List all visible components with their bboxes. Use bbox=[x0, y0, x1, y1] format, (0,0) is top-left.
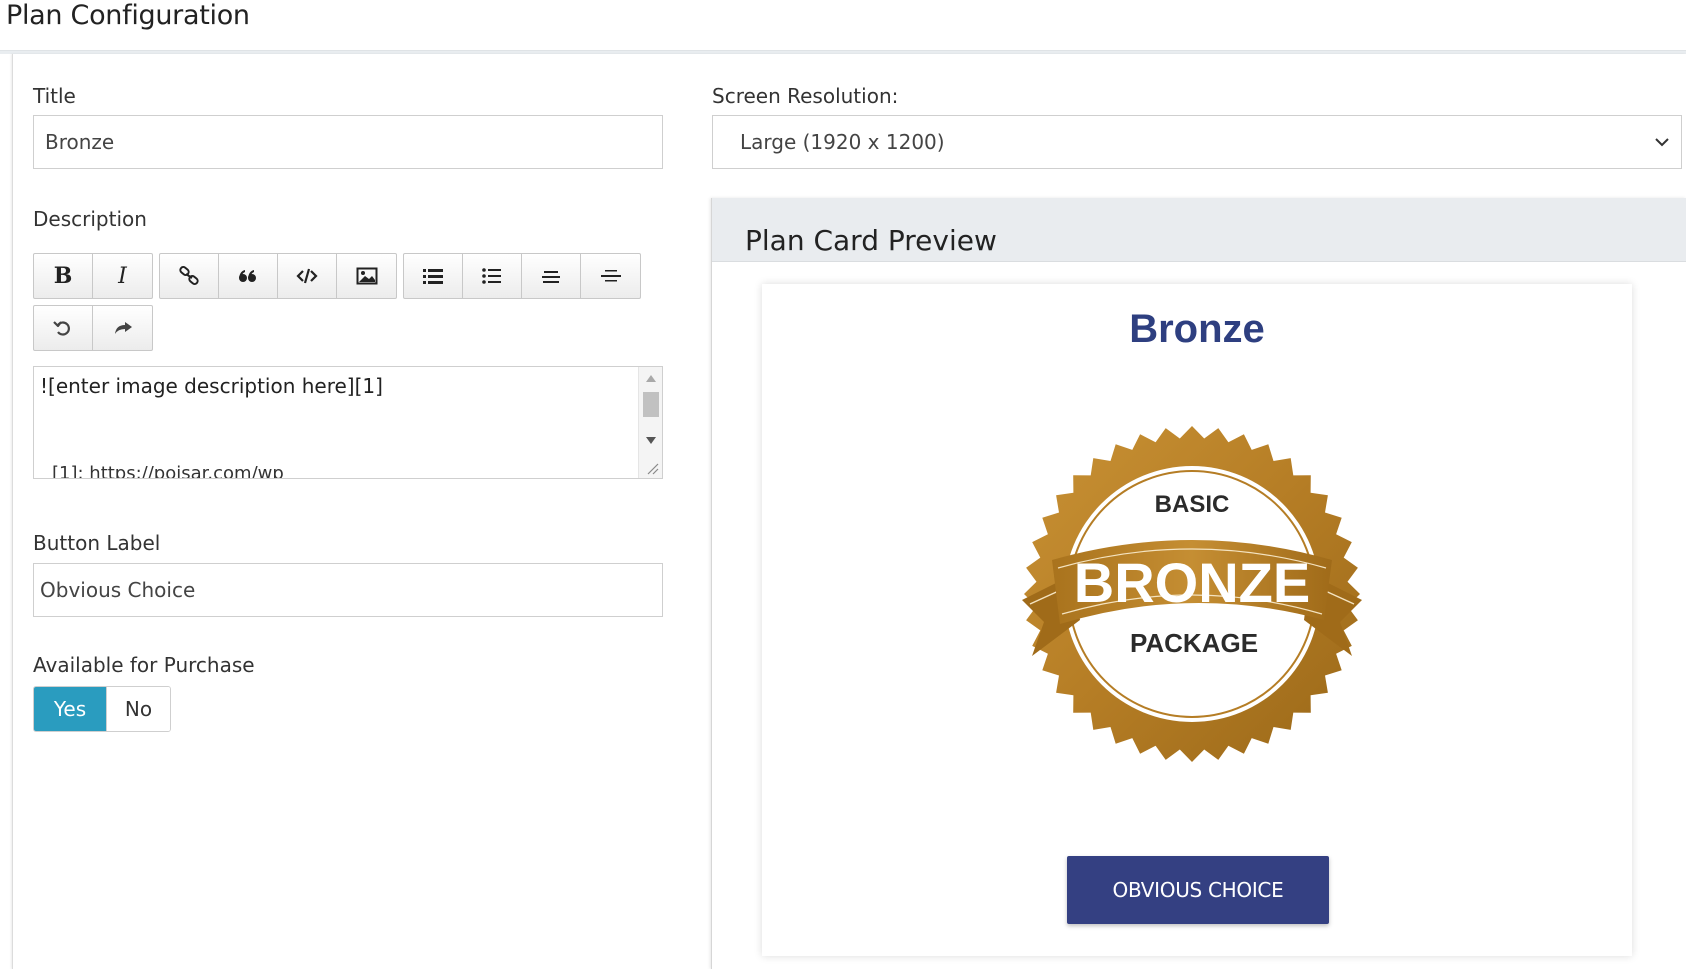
description-label: Description bbox=[33, 207, 147, 231]
image-button[interactable] bbox=[337, 254, 396, 298]
available-for-purchase-label: Available for Purchase bbox=[33, 653, 255, 677]
toolbar-format-group: B I bbox=[33, 253, 153, 299]
plan-card-button[interactable]: OBVIOUS CHOICE bbox=[1067, 856, 1329, 924]
undo-button[interactable] bbox=[34, 306, 93, 350]
button-label-input[interactable]: Obvious Choice bbox=[33, 563, 663, 617]
plan-card-preview: Plan Card Preview Bronze BASIC BRONZE PA… bbox=[711, 198, 1686, 969]
plan-card: Bronze BASIC BRONZE PACKAGE OBVIOUS CHOI… bbox=[762, 284, 1632, 956]
resize-grip-icon[interactable] bbox=[640, 458, 660, 476]
undo-icon bbox=[53, 321, 70, 336]
redo-icon bbox=[114, 322, 132, 334]
badge-bottom-text: PACKAGE bbox=[1130, 628, 1258, 658]
page-title: Plan Configuration bbox=[6, 0, 250, 31]
link-icon bbox=[179, 266, 199, 285]
heading-icon bbox=[542, 271, 560, 283]
description-line-1: ![enter image description here][1] bbox=[40, 374, 383, 398]
horizontal-rule-button[interactable] bbox=[581, 254, 640, 298]
image-icon bbox=[356, 267, 377, 285]
toolbar-history-group bbox=[33, 305, 153, 351]
button-label-label: Button Label bbox=[33, 531, 161, 555]
description-line-2: [1]: https://poisar.com/wp bbox=[52, 463, 284, 479]
redo-button[interactable] bbox=[93, 306, 152, 350]
toolbar-insert-group bbox=[159, 253, 397, 299]
title-label: Title bbox=[33, 84, 76, 108]
blockquote-icon bbox=[239, 270, 256, 282]
code-icon bbox=[296, 268, 318, 284]
bold-button[interactable]: B bbox=[34, 254, 93, 298]
plan-card-title: Bronze bbox=[1129, 307, 1265, 351]
bulleted-list-button[interactable] bbox=[463, 254, 522, 298]
code-button[interactable] bbox=[278, 254, 337, 298]
preview-header: Plan Card Preview bbox=[712, 198, 1686, 262]
numbered-list-icon bbox=[423, 269, 443, 284]
heading-button[interactable] bbox=[522, 254, 581, 298]
preview-title: Plan Card Preview bbox=[745, 224, 997, 257]
bronze-package-badge: BASIC BRONZE PACKAGE bbox=[1022, 426, 1362, 762]
screen-resolution-value: Large (1920 x 1200) bbox=[740, 130, 945, 154]
chevron-down-icon bbox=[1655, 138, 1669, 147]
description-textarea[interactable]: ![enter image description here][1] [1]: … bbox=[33, 366, 663, 479]
bulleted-list-icon bbox=[482, 268, 501, 284]
screen-resolution-select[interactable]: Large (1920 x 1200) bbox=[712, 115, 1682, 169]
screen-resolution-label: Screen Resolution: bbox=[712, 84, 899, 108]
scroll-down-arrow-icon[interactable] bbox=[646, 437, 656, 444]
scrollbar-thumb[interactable] bbox=[643, 392, 659, 417]
title-input[interactable]: Bronze bbox=[33, 115, 663, 169]
blockquote-button[interactable] bbox=[219, 254, 278, 298]
toolbar-list-group bbox=[403, 253, 641, 299]
scroll-up-arrow-icon[interactable] bbox=[646, 375, 656, 382]
available-for-purchase-toggle: Yes No bbox=[33, 686, 171, 732]
available-no-button[interactable]: No bbox=[106, 687, 170, 731]
badge-middle-text: BRONZE bbox=[1074, 551, 1310, 614]
available-yes-button[interactable]: Yes bbox=[34, 687, 106, 731]
link-button[interactable] bbox=[160, 254, 219, 298]
badge-top-text: BASIC bbox=[1155, 491, 1230, 518]
numbered-list-button[interactable] bbox=[404, 254, 463, 298]
horizontal-rule-icon bbox=[600, 270, 621, 282]
italic-button[interactable]: I bbox=[93, 254, 152, 298]
